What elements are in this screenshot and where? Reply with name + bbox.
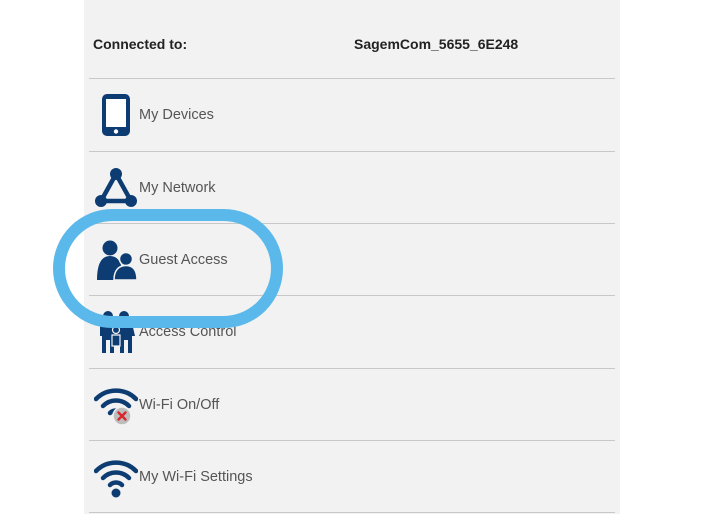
menu-item-access-control[interactable]: Access Control bbox=[84, 296, 620, 368]
phone-icon bbox=[94, 93, 138, 137]
divider bbox=[89, 512, 615, 513]
wifi-off-icon bbox=[94, 383, 138, 427]
menu-item-wifi-on-off[interactable]: Wi-Fi On/Off bbox=[84, 369, 620, 441]
settings-panel: Connected to: SagemCom_5655_6E248 My Dev… bbox=[84, 0, 620, 514]
menu-label-guest-access: Guest Access bbox=[139, 252, 228, 268]
screen: Connected to: SagemCom_5655_6E248 My Dev… bbox=[0, 0, 704, 514]
menu-item-my-network[interactable]: My Network bbox=[84, 152, 620, 224]
guests-icon bbox=[94, 238, 138, 282]
network-icon bbox=[94, 166, 138, 210]
menu-item-my-wifi-settings[interactable]: My Wi-Fi Settings bbox=[84, 441, 620, 513]
family-icon bbox=[94, 310, 138, 354]
menu-item-guest-access[interactable]: Guest Access bbox=[84, 224, 620, 296]
network-name: SagemCom_5655_6E248 bbox=[354, 36, 519, 52]
menu-item-my-devices[interactable]: My Devices bbox=[84, 79, 620, 151]
menu-label-wifi-on-off: Wi-Fi On/Off bbox=[139, 397, 220, 413]
menu-label-my-devices: My Devices bbox=[139, 107, 214, 123]
connected-label: Connected to: bbox=[93, 36, 188, 52]
menu-label-my-network: My Network bbox=[139, 180, 216, 196]
menu-label-my-wifi-settings: My Wi-Fi Settings bbox=[139, 469, 253, 485]
wifi-icon bbox=[94, 455, 138, 499]
connection-row: Connected to: SagemCom_5655_6E248 bbox=[84, 0, 620, 78]
menu-label-access-control: Access Control bbox=[139, 324, 237, 340]
